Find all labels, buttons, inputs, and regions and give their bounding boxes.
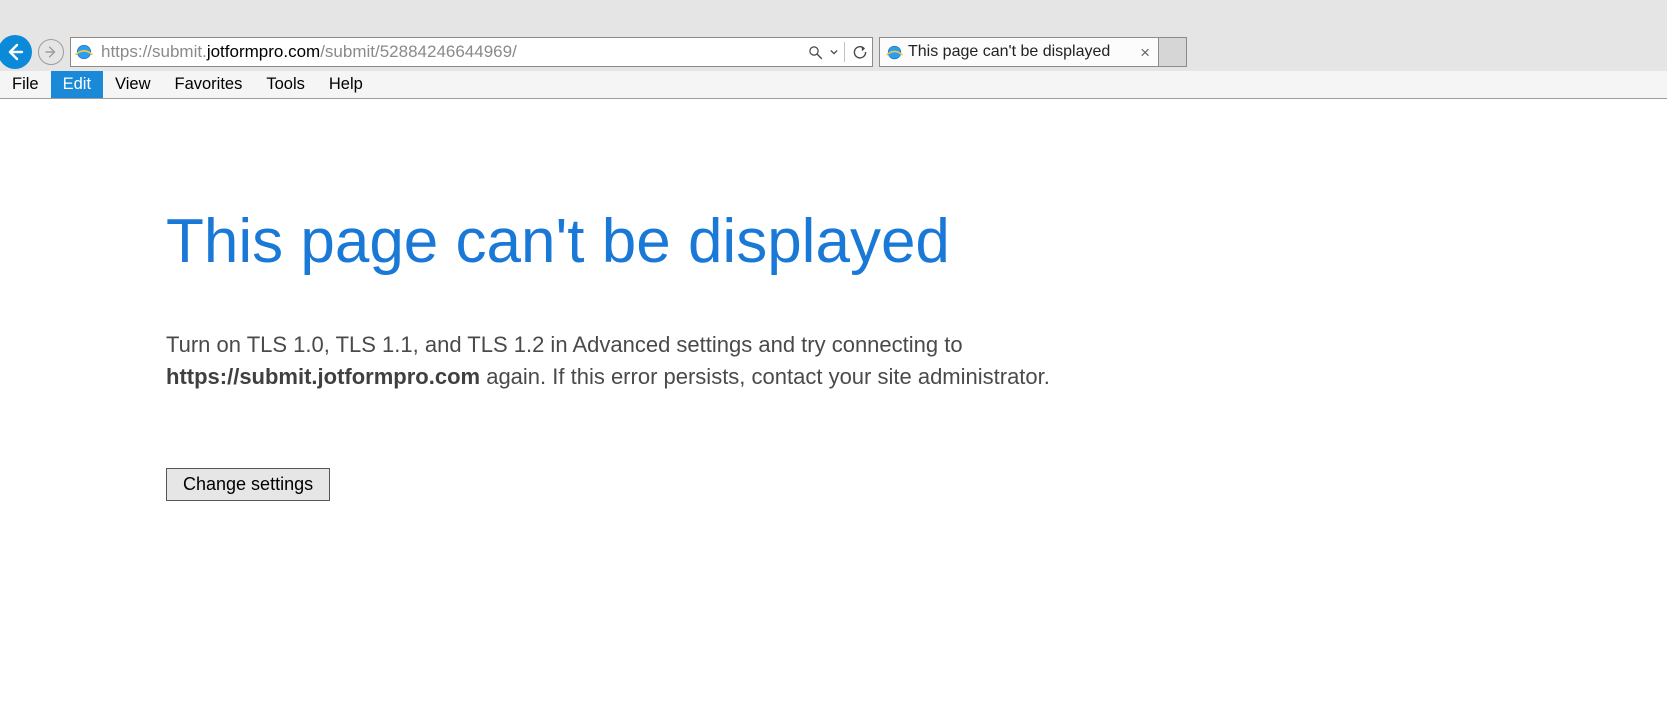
page-content: This page can't be displayed Turn on TLS…: [0, 99, 1667, 501]
address-search-bar: https://submit.jotformpro.com/submit/528…: [70, 37, 873, 67]
tab-title: This page can't be displayed: [908, 43, 1138, 61]
url-path: /submit/52884246644969/: [320, 42, 517, 62]
url-scheme: https://submit.: [101, 42, 207, 62]
site-identity-icon[interactable]: [71, 38, 97, 66]
forward-button[interactable]: [38, 39, 64, 65]
menu-tools[interactable]: Tools: [254, 71, 317, 98]
address-separator: [844, 42, 845, 62]
menu-bar: File Edit View Favorites Tools Help: [0, 71, 1667, 99]
chevron-down-icon: [830, 48, 838, 56]
error-body-post: again. If this error persists, contact y…: [480, 364, 1050, 389]
ie-logo-icon: [75, 43, 93, 61]
error-heading: This page can't be displayed: [166, 209, 1667, 274]
refresh-icon: [852, 44, 868, 60]
menu-view[interactable]: View: [103, 71, 162, 98]
menu-edit[interactable]: Edit: [51, 71, 103, 98]
tab-close-button[interactable]: ×: [1138, 44, 1152, 61]
search-dropdown[interactable]: [827, 38, 841, 66]
menu-file[interactable]: File: [0, 71, 51, 98]
url-field[interactable]: https://submit.jotformpro.com/submit/528…: [97, 38, 803, 66]
refresh-button[interactable]: [848, 38, 872, 66]
address-action-group: [803, 38, 872, 66]
address-bar-row: https://submit.jotformpro.com/submit/528…: [0, 33, 1667, 71]
arrow-right-icon: [44, 45, 58, 59]
menu-help[interactable]: Help: [317, 71, 375, 98]
change-settings-button[interactable]: Change settings: [166, 468, 330, 501]
back-button[interactable]: [0, 35, 32, 69]
arrow-left-icon: [5, 42, 25, 62]
tab-favicon: [884, 42, 904, 62]
error-body-url: https://submit.jotformpro.com: [166, 364, 480, 389]
menu-favorites[interactable]: Favorites: [163, 71, 255, 98]
error-body: Turn on TLS 1.0, TLS 1.1, and TLS 1.2 in…: [166, 329, 1236, 393]
search-button[interactable]: [803, 38, 827, 66]
browser-tab[interactable]: This page can't be displayed ×: [879, 37, 1159, 67]
search-icon: [808, 45, 823, 60]
url-domain: jotformpro.com: [207, 42, 320, 62]
window-titlebar-spacer: [0, 0, 1667, 33]
ie-logo-icon: [886, 44, 903, 61]
new-tab-button[interactable]: [1159, 37, 1187, 67]
error-body-pre: Turn on TLS 1.0, TLS 1.1, and TLS 1.2 in…: [166, 332, 963, 357]
